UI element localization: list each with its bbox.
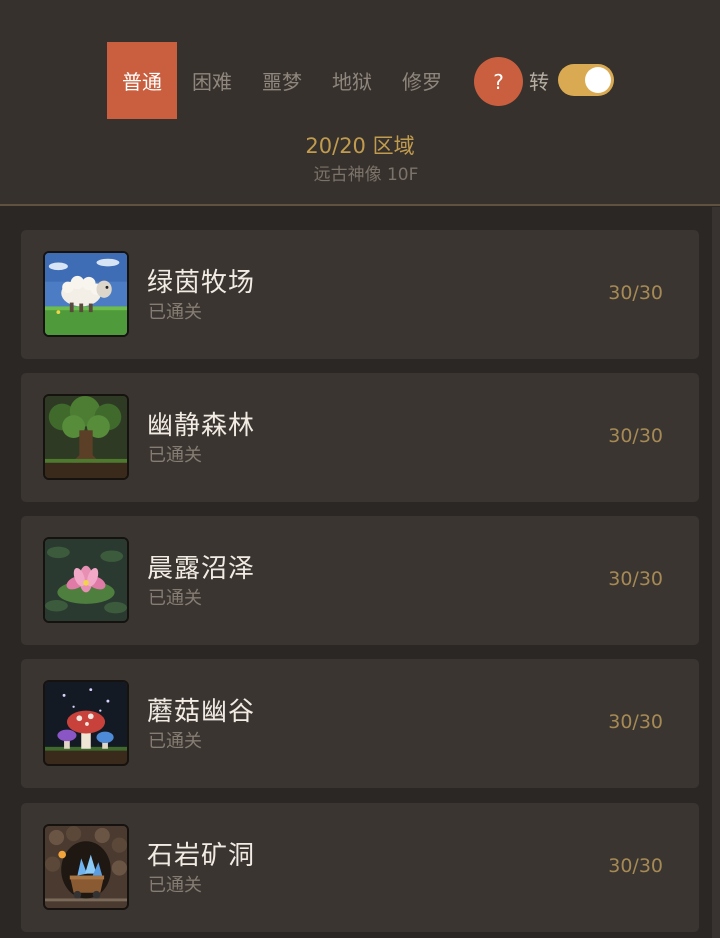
scrollbar-track[interactable] [712,207,720,938]
region-name: 蘑菇幽谷 [147,697,256,727]
tab-normal[interactable]: 普通 [107,42,177,119]
tab-hell[interactable]: 地狱 [317,42,387,119]
tab-hard[interactable]: 困难 [177,42,247,119]
region-count: 30/30 [608,568,663,590]
region-card[interactable]: 晨露沼泽 已通关 30/30 [21,516,699,645]
region-name: 石岩矿洞 [147,841,256,871]
toggle-label: 转 [529,70,549,94]
floor-subtitle: 远古神像 10F [313,165,419,185]
region-card[interactable]: 绿茵牧场 已通关 30/30 [21,230,699,359]
crystal-minecart-icon [43,824,129,910]
sheep-pasture-icon [43,251,129,337]
region-card[interactable]: 蘑菇幽谷 已通关 30/30 [21,659,699,788]
region-status: 已通关 [148,731,202,752]
question-icon: ? [493,69,504,94]
region-count: 30/30 [608,711,663,733]
region-progress: 20/20 区域 [305,134,415,158]
lotus-swamp-icon [43,537,129,623]
rotate-toggle[interactable] [558,64,614,96]
region-count: 30/30 [608,855,663,877]
region-count: 30/30 [608,425,663,447]
region-name: 晨露沼泽 [147,554,256,584]
region-card[interactable]: 石岩矿洞 已通关 30/30 [21,803,699,932]
region-name: 绿茵牧场 [147,268,256,298]
region-card[interactable]: 幽静森林 已通关 30/30 [21,373,699,502]
region-status: 已通关 [148,445,202,466]
difficulty-tabs: 普通 困难 噩梦 地狱 修罗 [107,42,457,119]
forest-tree-icon [43,394,129,480]
help-button[interactable]: ? [474,57,523,106]
toggle-knob [585,67,611,93]
region-name: 幽静森林 [147,411,256,441]
region-status: 已通关 [148,302,202,323]
difficulty-header: 普通 困难 噩梦 地狱 修罗 ? 转 20/20 区域 远古神像 10F [0,0,720,206]
tab-asura[interactable]: 修罗 [387,42,457,119]
region-status: 已通关 [148,875,202,896]
region-status: 已通关 [148,588,202,609]
region-count: 30/30 [608,282,663,304]
mushroom-valley-icon [43,680,129,766]
tab-nightmare[interactable]: 噩梦 [247,42,317,119]
